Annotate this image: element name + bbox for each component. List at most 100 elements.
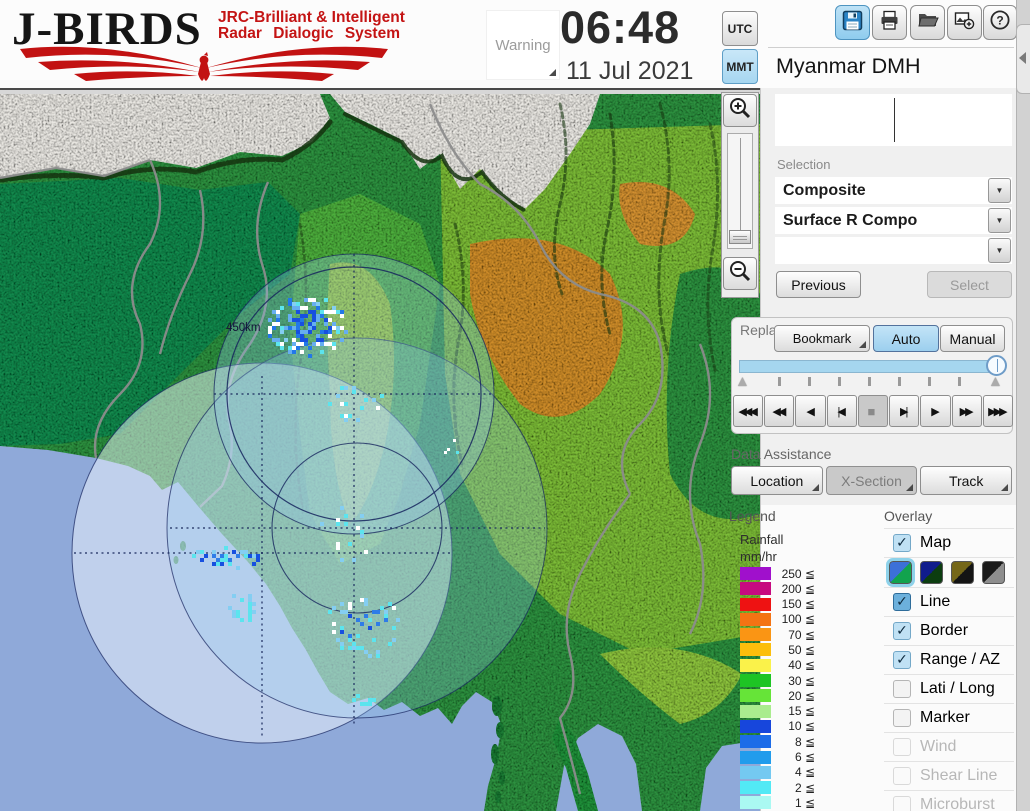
playback-button-2[interactable]: ◀ xyxy=(795,395,826,427)
overlay-item-line[interactable]: ✓ Line xyxy=(884,588,1014,617)
timeline-tick xyxy=(778,377,781,386)
bookmark-button[interactable]: Bookmark xyxy=(774,325,870,352)
legend-row: 70 ≦ xyxy=(740,627,815,642)
legend-row: 30 ≦ xyxy=(740,674,815,688)
playback-button-0[interactable]: ◀◀◀ xyxy=(733,395,764,427)
toolbar-divider xyxy=(768,47,1014,48)
checkbox[interactable]: ✓ xyxy=(893,651,911,669)
data-assistance-buttons: Location X-Section Track xyxy=(731,466,1013,495)
manual-mode-button[interactable]: Manual xyxy=(940,325,1005,352)
image-add-icon xyxy=(954,10,976,36)
overlay-item-marker[interactable]: Marker xyxy=(884,704,1014,733)
timeline-end-marker[interactable]: ▲ xyxy=(988,374,1003,389)
playback-button-8[interactable]: ▶▶▶ xyxy=(982,395,1013,427)
legend-row: 15 ≦ xyxy=(740,704,815,718)
zoom-out-button[interactable] xyxy=(723,257,757,290)
checkbox[interactable]: ✓ xyxy=(893,593,911,611)
radar-map[interactable]: 450km xyxy=(0,94,760,811)
map-style-swatch-3[interactable] xyxy=(982,561,1005,584)
overlay-item-range-az[interactable]: ✓ Range / AZ xyxy=(884,646,1014,675)
legend-row: 20 ≦ xyxy=(740,689,815,703)
playback-button-7[interactable]: ▶▶ xyxy=(951,395,982,427)
previous-button[interactable]: Previous xyxy=(776,271,861,298)
data-assistance-label: Data Assistance xyxy=(731,446,832,462)
legend-row: 100 ≦ xyxy=(740,612,815,626)
legend-color-swatch xyxy=(740,658,771,672)
checkbox[interactable] xyxy=(893,709,911,727)
timeline-ticks xyxy=(774,377,974,386)
overlay-item-label: Range / AZ xyxy=(920,651,1001,668)
location-button[interactable]: Location xyxy=(731,466,823,495)
legend-color-swatch xyxy=(740,643,771,657)
svg-text:?: ? xyxy=(996,14,1003,28)
dropdown-value: Surface R Compo xyxy=(783,212,918,229)
legend-section-label: Legend xyxy=(729,508,776,524)
checkbox[interactable]: ✓ xyxy=(893,534,911,552)
range-ring-label: 450km xyxy=(226,322,261,334)
capture-image-button[interactable] xyxy=(947,5,982,40)
zoom-in-button[interactable] xyxy=(723,94,757,127)
playback-button-5[interactable]: ▶| xyxy=(889,395,920,427)
overlay-item-lati-long[interactable]: Lati / Long xyxy=(884,675,1014,704)
legend-color-swatch xyxy=(740,735,771,749)
playback-button-6[interactable]: ▶ xyxy=(920,395,951,427)
overlay-item-microburst[interactable]: Microburst xyxy=(884,791,1014,811)
panel-collapse-strip[interactable] xyxy=(1016,0,1030,811)
overlay-item-border[interactable]: ✓ Border xyxy=(884,617,1014,646)
timeline-tick xyxy=(838,377,841,386)
replay-timeline-track[interactable] xyxy=(739,360,1001,373)
legend-value-label: 150 ≦ xyxy=(781,597,815,612)
checkbox[interactable]: ✓ xyxy=(893,622,911,640)
selection-dropdown-2[interactable]: ▼ xyxy=(775,237,1012,264)
overlay-item-label: Marker xyxy=(920,709,970,726)
legend-row: 10 ≦ xyxy=(740,719,815,733)
utc-button[interactable]: UTC xyxy=(722,11,758,46)
overlay-item-map[interactable]: ✓ Map xyxy=(884,529,1014,558)
open-file-button[interactable] xyxy=(910,5,945,40)
track-button[interactable]: Track xyxy=(920,466,1013,495)
chevron-down-icon[interactable]: ▼ xyxy=(988,238,1011,263)
help-button[interactable]: ? xyxy=(983,5,1017,40)
warning-panel[interactable]: Warning xyxy=(486,10,560,80)
x-section-button[interactable]: X-Section xyxy=(825,466,918,495)
timeline-start-marker[interactable]: ▲ xyxy=(735,374,750,389)
map-style-swatch-0[interactable] xyxy=(886,558,915,587)
playback-button-4[interactable]: ■ xyxy=(857,395,889,427)
legend-value-label: 40 ≦ xyxy=(788,658,815,673)
zoom-slider-handle[interactable] xyxy=(729,230,751,244)
map-style-swatch-2[interactable] xyxy=(951,561,974,584)
select-button[interactable]: Select xyxy=(927,271,1012,298)
timeline-tick xyxy=(868,377,871,386)
playback-button-3[interactable]: |◀ xyxy=(826,395,857,427)
map-style-swatch-1[interactable] xyxy=(920,561,943,584)
overlay-item-label: Shear Line xyxy=(920,767,998,784)
mmt-button[interactable]: MMT xyxy=(722,49,758,84)
overlay-item-label: Wind xyxy=(920,738,957,755)
magnifier-plus-icon xyxy=(728,96,752,125)
playback-button-1[interactable]: ◀◀ xyxy=(764,395,795,427)
overlay-item-shear-line[interactable]: Shear Line xyxy=(884,762,1014,791)
clock-time: 06:48 xyxy=(560,2,681,53)
selection-section-label: Selection xyxy=(777,157,831,172)
clock-date: 11 Jul 2021 xyxy=(566,57,694,85)
eagle-logo-icon xyxy=(16,44,392,89)
legend-color-swatch xyxy=(740,567,771,580)
legend-value-label: 50 ≦ xyxy=(788,642,815,657)
overlay-item-wind[interactable]: Wind xyxy=(884,733,1014,762)
overlay-item-label: Border xyxy=(920,622,969,639)
chevron-down-icon[interactable]: ▼ xyxy=(988,178,1011,203)
auto-mode-button[interactable]: Auto xyxy=(873,325,939,352)
print-button[interactable] xyxy=(872,5,907,40)
legend-color-swatch xyxy=(740,781,771,795)
checkbox[interactable] xyxy=(893,680,911,698)
overlay-item-label: Microburst xyxy=(920,796,995,811)
selection-dropdown-1[interactable]: Surface R Compo ▼ xyxy=(775,207,1012,234)
overlay-item-label: Lati / Long xyxy=(920,680,995,697)
legend-value-label: 70 ≦ xyxy=(788,627,815,642)
zoom-slider[interactable] xyxy=(727,133,753,249)
chevron-down-icon[interactable]: ▼ xyxy=(988,208,1011,233)
save-button[interactable] xyxy=(835,5,870,40)
selection-dropdown-0[interactable]: Composite ▼ xyxy=(775,177,1012,204)
logo-subtitle: JRC-Brilliant & Intelligent Radar Dialog… xyxy=(218,10,405,42)
info-display-box[interactable] xyxy=(775,94,1012,146)
